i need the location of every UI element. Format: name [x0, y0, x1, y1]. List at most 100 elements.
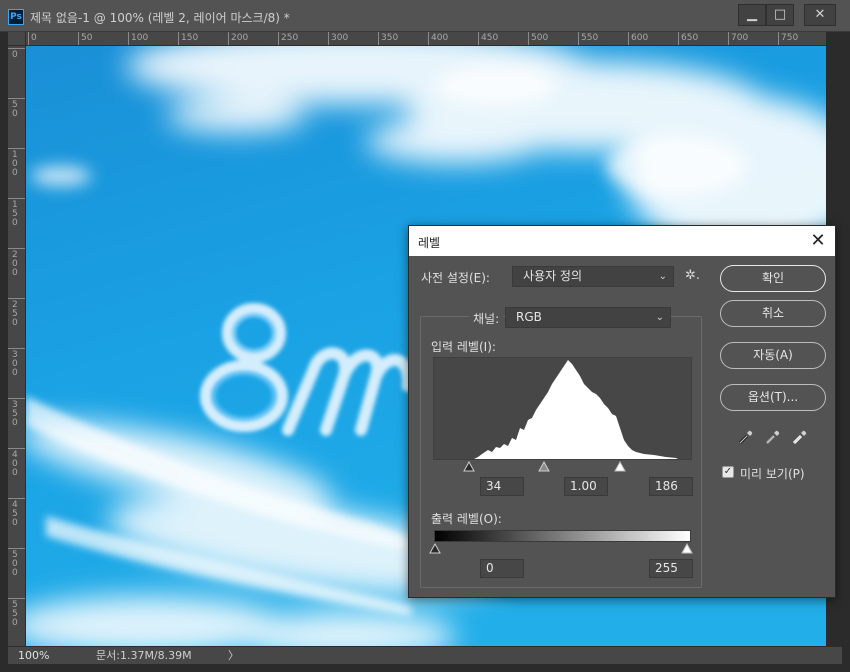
ruler-label: 350: [381, 33, 399, 43]
chevron-down-icon: ⌄: [655, 312, 664, 323]
channel-label: 채널:: [469, 310, 504, 327]
input-gamma-field[interactable]: 1.00: [564, 477, 608, 496]
input-gamma-handle[interactable]: [538, 461, 550, 472]
ruler-label: 400: [431, 33, 449, 43]
ruler-tick: [578, 32, 579, 45]
output-black-field[interactable]: 0: [480, 559, 524, 578]
ruler-tick: [8, 398, 25, 399]
channel-dropdown[interactable]: RGB ⌄: [505, 307, 671, 328]
minimize-button[interactable]: ▁: [738, 4, 766, 26]
ruler-label: 50: [12, 100, 18, 119]
channel-value: RGB: [516, 310, 542, 324]
ruler-label: 150: [12, 200, 18, 228]
ruler-label: 200: [231, 33, 249, 43]
histogram-graph: [474, 360, 678, 459]
ruler-tick: [8, 298, 25, 299]
output-white-handle[interactable]: [681, 543, 693, 554]
status-bar: 100% 문서:1.37M/8.39M 〉: [8, 646, 842, 664]
preset-label: 사전 설정(E):: [421, 271, 490, 285]
ruler-label: 0: [31, 33, 37, 43]
ruler-tick: [178, 32, 179, 45]
output-levels-slider[interactable]: [429, 542, 693, 554]
input-black-point-handle[interactable]: [463, 461, 475, 472]
document-size-info: 문서:1.37M/8.39M: [96, 649, 192, 662]
ruler-label: 100: [12, 150, 18, 178]
ruler-tick: [328, 32, 329, 45]
ruler-label: 450: [481, 33, 499, 43]
input-levels-label: 입력 레벨(I):: [431, 340, 496, 354]
gear-icon[interactable]: ✲.: [685, 268, 700, 283]
ruler-tick: [8, 498, 25, 499]
output-black-handle[interactable]: [429, 543, 441, 554]
ruler-label: 500: [12, 550, 18, 578]
ruler-tick: [278, 32, 279, 45]
ruler-origin-corner[interactable]: [8, 32, 26, 46]
vertical-ruler[interactable]: 0 50 100 150 200 250 300 350 400 450 500 550: [8, 46, 26, 646]
ruler-label: 200: [12, 250, 18, 278]
restore-button[interactable]: □: [766, 4, 794, 26]
gray-eyedropper-icon[interactable]: [764, 428, 782, 446]
input-levels-slider[interactable]: [433, 460, 692, 472]
input-black-field[interactable]: 34: [480, 477, 524, 496]
ruler-tick: [628, 32, 629, 45]
output-white-field[interactable]: 255: [649, 559, 693, 578]
close-window-button[interactable]: ✕: [804, 4, 836, 26]
ruler-tick: [8, 198, 25, 199]
cancel-button[interactable]: 취소: [720, 300, 826, 327]
ruler-tick: [8, 348, 25, 349]
ruler-label: 500: [531, 33, 549, 43]
ruler-label: 750: [781, 33, 799, 43]
ruler-tick: [8, 98, 25, 99]
ruler-tick: [28, 32, 29, 45]
ruler-tick: [8, 448, 25, 449]
photoshop-icon: Ps: [8, 9, 24, 25]
ruler-tick: [478, 32, 479, 45]
input-white-point-handle[interactable]: [614, 461, 626, 472]
preset-value: 사용자 정의: [523, 269, 583, 283]
ruler-tick: [528, 32, 529, 45]
ruler-label: 300: [331, 33, 349, 43]
white-eyedropper-icon[interactable]: [791, 428, 809, 446]
dialog-close-button[interactable]: ✕: [807, 230, 829, 252]
ruler-tick: [678, 32, 679, 45]
ruler-label: 150: [181, 33, 199, 43]
ruler-label: 250: [12, 300, 18, 328]
preview-checkbox[interactable]: ✓: [722, 466, 734, 478]
chevron-down-icon: ⌄: [658, 271, 667, 282]
input-white-field[interactable]: 186: [649, 477, 693, 496]
ruler-tick: [8, 248, 25, 249]
ruler-tick: [8, 48, 25, 49]
dialog-title-bar[interactable]: 레벨 ✕: [409, 226, 835, 256]
ruler-tick: [778, 32, 779, 45]
preview-label[interactable]: 미리 보기(P): [740, 465, 805, 482]
document-title-bar[interactable]: Ps 제목 없음-1 @ 100% (레벨 2, 레이어 마스크/8) * ▁ …: [0, 0, 850, 32]
levels-dialog: 레벨 ✕ 사전 설정(E): 사용자 정의 ⌄ ✲. 채널: RGB ⌄ 입력 …: [408, 225, 836, 598]
ruler-label: 550: [12, 600, 18, 628]
ruler-label: 650: [681, 33, 699, 43]
black-eyedropper-icon[interactable]: [737, 428, 755, 446]
ruler-tick: [8, 148, 25, 149]
status-menu-arrow[interactable]: 〉: [228, 648, 239, 663]
ruler-tick: [378, 32, 379, 45]
ruler-tick: [78, 32, 79, 45]
ok-button[interactable]: 확인: [720, 265, 826, 292]
horizontal-ruler[interactable]: 0 50 100 150 200 250 300 350 400 450 500 550 600 650 7…: [26, 32, 826, 46]
output-gradient-bar: [434, 530, 691, 542]
dialog-title: 레벨: [418, 236, 441, 250]
ruler-tick: [728, 32, 729, 45]
ruler-label: 250: [281, 33, 299, 43]
auto-button[interactable]: 자동(A): [720, 342, 826, 369]
options-button[interactable]: 옵션(T)...: [720, 384, 826, 411]
ruler-label: 550: [581, 33, 599, 43]
ruler-label: 50: [81, 33, 93, 43]
output-levels-label: 출력 레벨(O):: [431, 512, 502, 526]
ruler-tick: [128, 32, 129, 45]
ruler-tick: [8, 598, 25, 599]
ruler-label: 350: [12, 400, 18, 428]
preset-dropdown[interactable]: 사용자 정의 ⌄: [512, 266, 674, 287]
ruler-label: 600: [631, 33, 649, 43]
zoom-level-field[interactable]: 100%: [10, 648, 66, 663]
ruler-label: 450: [12, 500, 18, 528]
ruler-label: 0: [12, 50, 18, 60]
ruler-tick: [228, 32, 229, 45]
